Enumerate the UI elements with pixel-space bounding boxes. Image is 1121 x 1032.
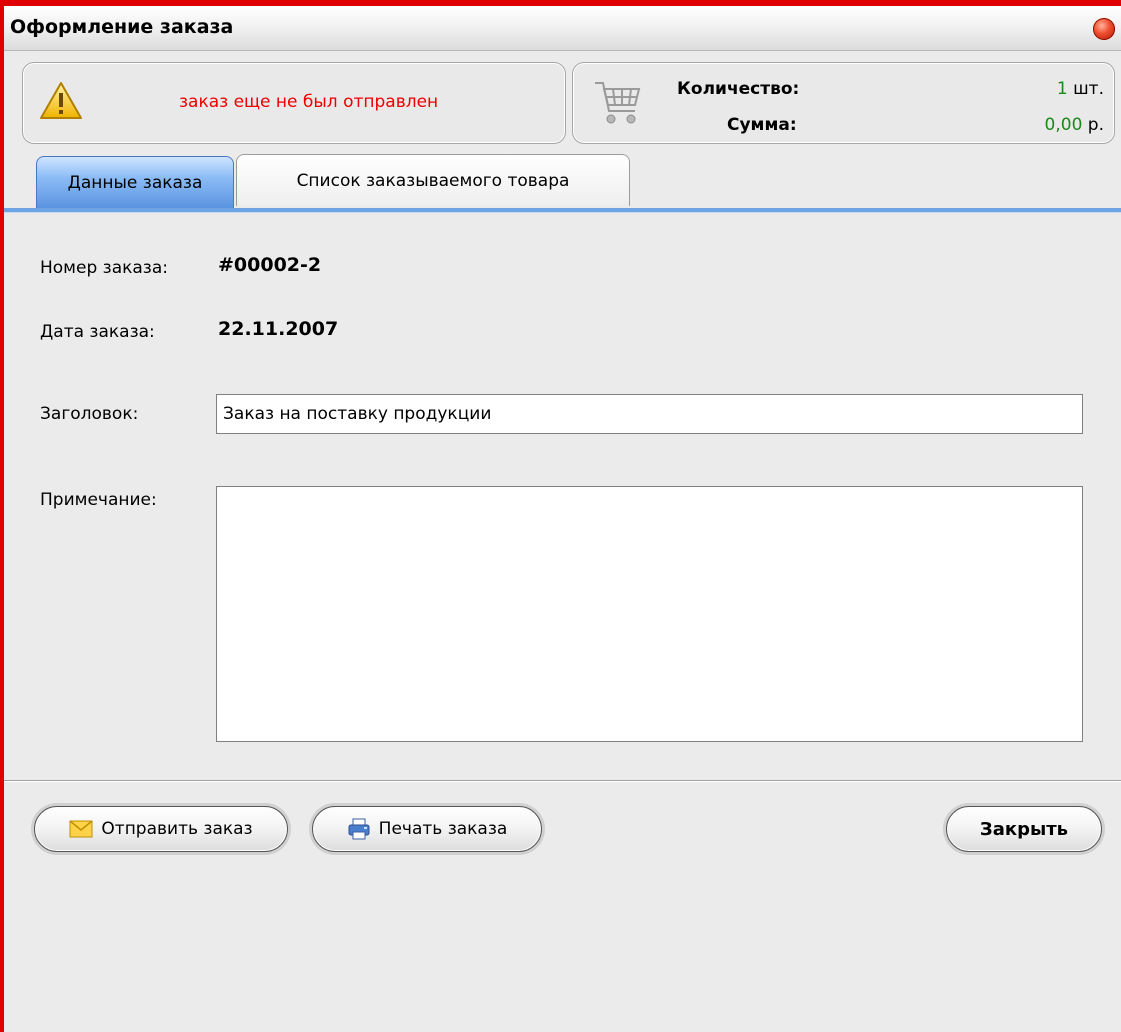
title-input[interactable]: [216, 394, 1083, 434]
sum-value: 0,00 р.: [1045, 115, 1104, 135]
envelope-icon: [69, 820, 93, 838]
order-summary-panel: Количество: 1 шт. Сумма: 0,00 р.: [572, 62, 1115, 144]
warning-icon: [40, 82, 82, 119]
order-date-value: 22.11.2007: [218, 318, 339, 340]
print-order-button[interactable]: Печать заказа: [312, 806, 542, 852]
quantity-unit: шт.: [1073, 79, 1104, 99]
order-number-value: #00002-2: [218, 254, 322, 276]
sum-number: 0,00: [1044, 115, 1083, 135]
send-order-button[interactable]: Отправить заказ: [34, 806, 288, 852]
tab-separator: [4, 208, 1121, 213]
printer-icon: [348, 818, 370, 840]
close-dot-icon[interactable]: [1093, 18, 1115, 40]
order-date-label: Дата заказа:: [40, 322, 155, 342]
notes-textarea[interactable]: [216, 486, 1083, 742]
window-title: Оформление заказа: [10, 16, 234, 38]
shopping-cart-icon: [595, 82, 641, 124]
quantity-label: Количество:: [677, 79, 800, 99]
notes-label: Примечание:: [40, 490, 157, 510]
close-label: Закрыть: [979, 818, 1069, 840]
status-message: заказ еще не был отправлен: [179, 92, 439, 112]
tab-ordered-items[interactable]: Список заказываемого товара: [236, 154, 630, 206]
title-label: Заголовок:: [40, 404, 139, 424]
tab-order-data[interactable]: Данные заказа: [36, 156, 234, 208]
print-order-label: Печать заказа: [378, 819, 508, 839]
order-number-label: Номер заказа:: [40, 258, 168, 278]
sum-unit: р.: [1087, 115, 1104, 135]
quantity-number: 1: [1056, 79, 1068, 99]
send-order-label: Отправить заказ: [101, 819, 253, 839]
title-bar: Оформление заказа: [4, 6, 1121, 51]
sum-label: Сумма:: [727, 115, 797, 135]
close-button[interactable]: Закрыть: [946, 806, 1102, 852]
status-panel: заказ еще не был отправлен: [22, 62, 566, 144]
footer-separator: [4, 780, 1121, 782]
quantity-value: 1 шт.: [1057, 79, 1104, 99]
